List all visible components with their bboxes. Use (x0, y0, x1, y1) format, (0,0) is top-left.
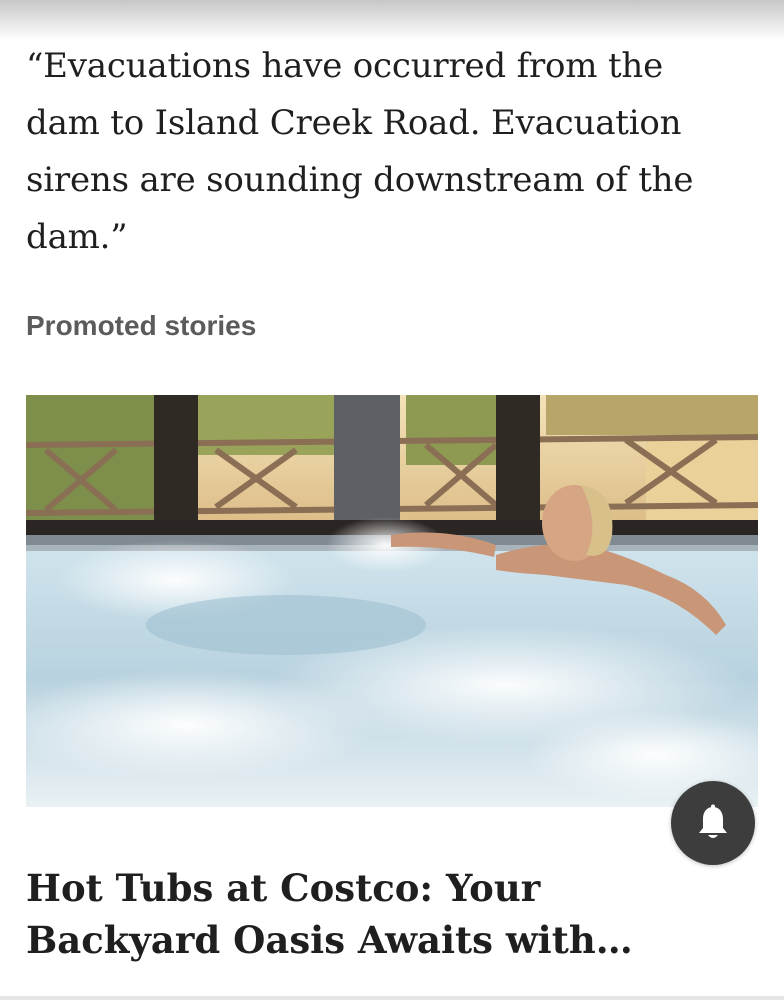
promoted-stories-heading: Promoted stories (26, 310, 257, 341)
promoted-story-headline[interactable]: Hot Tubs at Costco: Your Backyard Oasis … (26, 862, 726, 966)
top-shade (0, 0, 784, 40)
promoted-story-image[interactable] (26, 395, 758, 807)
notification-button[interactable] (671, 781, 755, 865)
article-quote: “Evacuations have occurred from the dam … (26, 46, 694, 257)
bell-icon (699, 804, 727, 838)
hot-tub-photo (26, 395, 758, 807)
article-page: “Evacuations have occurred from the dam … (0, 0, 784, 1000)
divider (0, 996, 784, 1000)
